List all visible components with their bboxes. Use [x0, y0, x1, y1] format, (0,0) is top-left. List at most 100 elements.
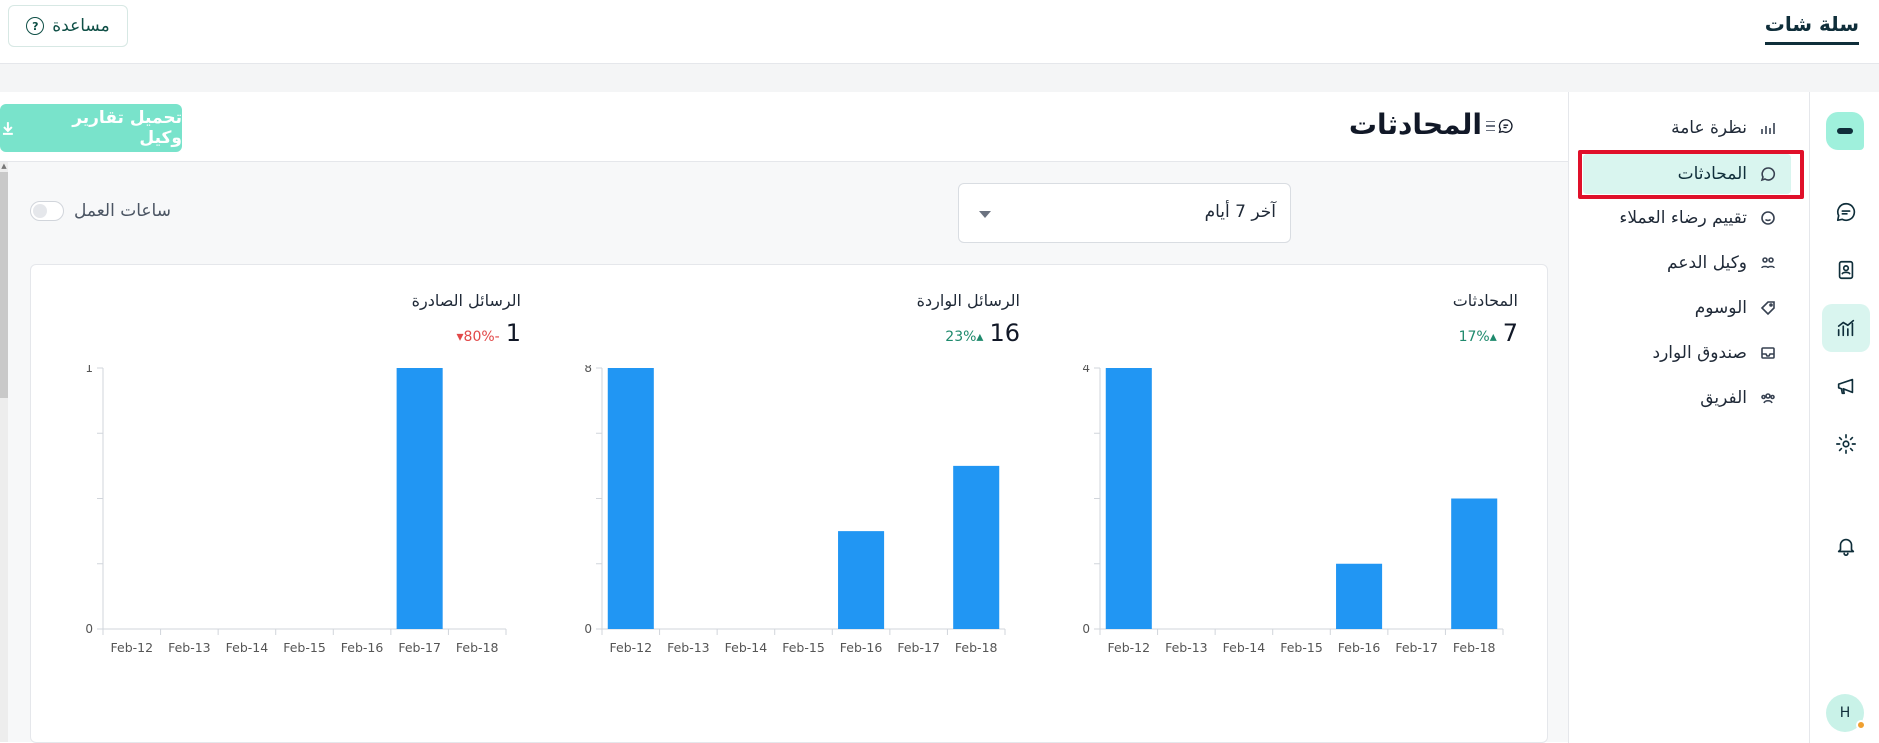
bar [838, 531, 885, 629]
main-panel: المحادثات تحميل تقارير وكيل ▲ آخر 7 أيام… [0, 92, 1568, 743]
nav-item-team[interactable]: الفريق [1583, 378, 1791, 418]
bar [607, 368, 654, 629]
app-logo[interactable] [1826, 112, 1864, 150]
help-label: مساعدة [52, 16, 110, 36]
nav-item-tags[interactable]: الوسوم [1583, 288, 1791, 328]
contacts-icon[interactable] [1822, 246, 1870, 294]
nav-item-label: نظرة عامة [1671, 118, 1747, 138]
help-button[interactable]: مساعدة ? [8, 5, 128, 47]
status-dot [1856, 720, 1866, 730]
reports-icon[interactable] [1822, 304, 1870, 352]
agents-icon [1759, 254, 1777, 272]
chart-icon [1759, 119, 1777, 137]
up-arrow-icon: ▴ [976, 329, 984, 345]
incoming-messages-chart: الرسائل الواردة 23%▴ 16 0 8 Feb-12 Feb-13 Fe… [550, 265, 1020, 742]
total-value: 7 [1502, 319, 1518, 347]
download-icon [2, 122, 13, 135]
chart-plot: 0 8 Feb-12 Feb-13 Feb-14 Feb-15 Feb-16 Feb-17 Fe… [584, 365, 1006, 655]
bar [1451, 498, 1498, 629]
nav-item-csat[interactable]: تقييم رضاء العملاء [1583, 198, 1791, 238]
total-value: 16 [989, 319, 1020, 347]
nav-item-label: الفريق [1700, 388, 1747, 408]
x-tick-label: Feb-14 [226, 640, 269, 655]
outgoing-messages-chart: الرسائل الصادرة ▾80%- 1 0 1 Feb-12 Feb-13 Fe… [51, 265, 521, 742]
team-icon [1759, 389, 1777, 407]
avatar[interactable]: H [1826, 694, 1866, 732]
reports-sidebar: نظرة عامة المحادثات تقييم رضاء العملاء و… [1568, 92, 1809, 743]
x-tick-label: Feb-15 [782, 640, 825, 655]
change-value: 17% [1458, 329, 1490, 345]
icon-rail: H [1809, 92, 1879, 743]
x-tick-label: Feb-18 [955, 640, 998, 655]
nav-item-inbox[interactable]: صندوق الوارد [1583, 333, 1791, 373]
y-tick-label: 4 [1082, 365, 1090, 375]
chart-summary: ▾80%- 1 [457, 319, 521, 347]
download-agent-reports-button[interactable]: تحميل تقارير وكيل [0, 104, 182, 152]
x-tick-label: Feb-16 [840, 640, 883, 655]
nav-item-label: صندوق الوارد [1652, 343, 1747, 363]
y-tick-label: 0 [584, 622, 592, 636]
down-arrow-icon: ▾ [456, 329, 464, 345]
inbox-icon [1759, 344, 1777, 362]
change-value: 23% [945, 329, 977, 345]
chart-summary: 23%▴ 16 [945, 319, 1020, 347]
charts-card: الرسائل الصادرة ▾80%- 1 0 1 Feb-12 Feb-13 Fe… [30, 264, 1548, 743]
y-tick-label: 8 [584, 365, 592, 375]
bar [1105, 368, 1152, 629]
x-tick-label: Feb-17 [1395, 640, 1438, 655]
change-indicator: ▾80%- [457, 329, 500, 345]
x-tick-label: Feb-12 [610, 640, 653, 655]
x-tick-label: Feb-16 [1338, 640, 1381, 655]
chart-plot: 0 1 Feb-12 Feb-13 Feb-14 Feb-15 Feb-16 Feb-17 Fe… [85, 365, 507, 655]
nav-item-label: الوسوم [1694, 298, 1747, 318]
avatar-initial: H [1839, 705, 1851, 721]
change-indicator: 23%▴ [945, 329, 983, 345]
campaigns-icon[interactable] [1822, 362, 1870, 410]
top-bar: سلة شات مساعدة ? [0, 0, 1879, 64]
x-tick-label: Feb-13 [1165, 640, 1208, 655]
working-hours-filter: ساعات العمل [30, 201, 171, 221]
working-hours-toggle[interactable] [30, 201, 64, 221]
x-tick-label: Feb-16 [341, 640, 384, 655]
nav-item-overview[interactable]: نظرة عامة [1583, 108, 1791, 148]
working-hours-label: ساعات العمل [74, 201, 171, 221]
scroll-up-icon[interactable]: ▲ [0, 162, 8, 170]
x-tick-label: Feb-15 [283, 640, 326, 655]
date-range-select[interactable]: آخر 7 أيام [958, 183, 1291, 243]
page-header: المحادثات تحميل تقارير وكيل [0, 92, 1568, 162]
conversations-chart: المحادثات 17%▴ 7 0 4 Feb-12 Feb-13 Feb-14 Feb… [1048, 265, 1518, 742]
x-tick-label: Feb-18 [1453, 640, 1496, 655]
x-tick-label: Feb-15 [1280, 640, 1323, 655]
x-tick-label: Feb-17 [897, 640, 940, 655]
scrollbar-thumb[interactable] [0, 172, 8, 398]
chart-summary: 17%▴ 7 [1459, 319, 1518, 347]
page-title: المحادثات [1348, 108, 1482, 141]
x-tick-label: Feb-17 [398, 640, 441, 655]
brand-tab[interactable]: سلة شات [1764, 12, 1859, 45]
bell-icon[interactable] [1822, 522, 1870, 570]
question-icon: ? [26, 17, 45, 35]
tag-icon [1759, 299, 1777, 317]
x-tick-label: Feb-14 [725, 640, 768, 655]
x-tick-label: Feb-18 [456, 640, 499, 655]
bar [953, 465, 1000, 629]
chart-plot: 0 4 Feb-12 Feb-13 Feb-14 Feb-15 Feb-16 Feb-17 Fe… [1082, 365, 1504, 655]
date-range-value: آخر 7 أيام [1204, 202, 1276, 222]
x-tick-label: Feb-13 [667, 640, 710, 655]
x-tick-label: Feb-13 [168, 640, 211, 655]
settings-icon[interactable] [1822, 420, 1870, 468]
nav-item-agents[interactable]: وكيل الدعم [1583, 243, 1791, 283]
nav-item-conversations[interactable]: المحادثات [1583, 154, 1791, 194]
total-value: 1 [505, 319, 521, 347]
chart-title: الرسائل الواردة [916, 291, 1020, 310]
download-label: تحميل تقارير وكيل [72, 108, 182, 148]
bar [396, 368, 443, 629]
up-arrow-icon: ▴ [1489, 329, 1497, 345]
x-tick-label: Feb-12 [111, 640, 154, 655]
x-tick-label: Feb-14 [1223, 640, 1266, 655]
chat-icon[interactable] [1822, 188, 1870, 236]
conversations-menu-icon[interactable] [1486, 114, 1514, 138]
chart-title: المحادثات [1452, 291, 1518, 310]
chat-icon [1759, 165, 1777, 183]
y-tick-label: 0 [1082, 622, 1090, 636]
